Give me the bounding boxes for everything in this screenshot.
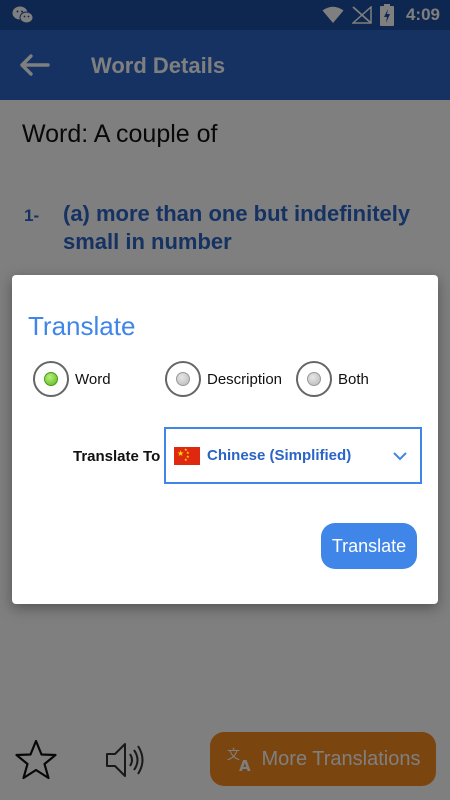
radio-circle[interactable]	[296, 361, 332, 397]
translate-mode-group: Word Description Both	[33, 361, 433, 397]
radio-word-label: Word	[75, 370, 111, 388]
radio-circle[interactable]	[33, 361, 69, 397]
radio-description[interactable]: Description	[165, 361, 282, 397]
selected-language: Chinese (Simplified)	[207, 447, 352, 464]
china-flag-icon: ★ ★ ★ ★ ★	[174, 446, 200, 465]
language-dropdown[interactable]: ★ ★ ★ ★ ★ Chinese (Simplified)	[164, 427, 422, 484]
chevron-down-icon	[393, 452, 407, 461]
radio-description-label: Description	[207, 370, 283, 388]
radio-word[interactable]: Word	[33, 361, 111, 397]
radio-both[interactable]: Both	[296, 361, 369, 397]
translate-to-label: Translate To	[73, 448, 161, 465]
translate-button[interactable]: Translate	[321, 523, 417, 569]
translate-dialog: Translate Word Description Both Translat…	[12, 275, 438, 604]
radio-circle[interactable]	[165, 361, 201, 397]
dialog-title: Translate	[28, 311, 136, 341]
radio-both-label: Both	[338, 370, 369, 388]
